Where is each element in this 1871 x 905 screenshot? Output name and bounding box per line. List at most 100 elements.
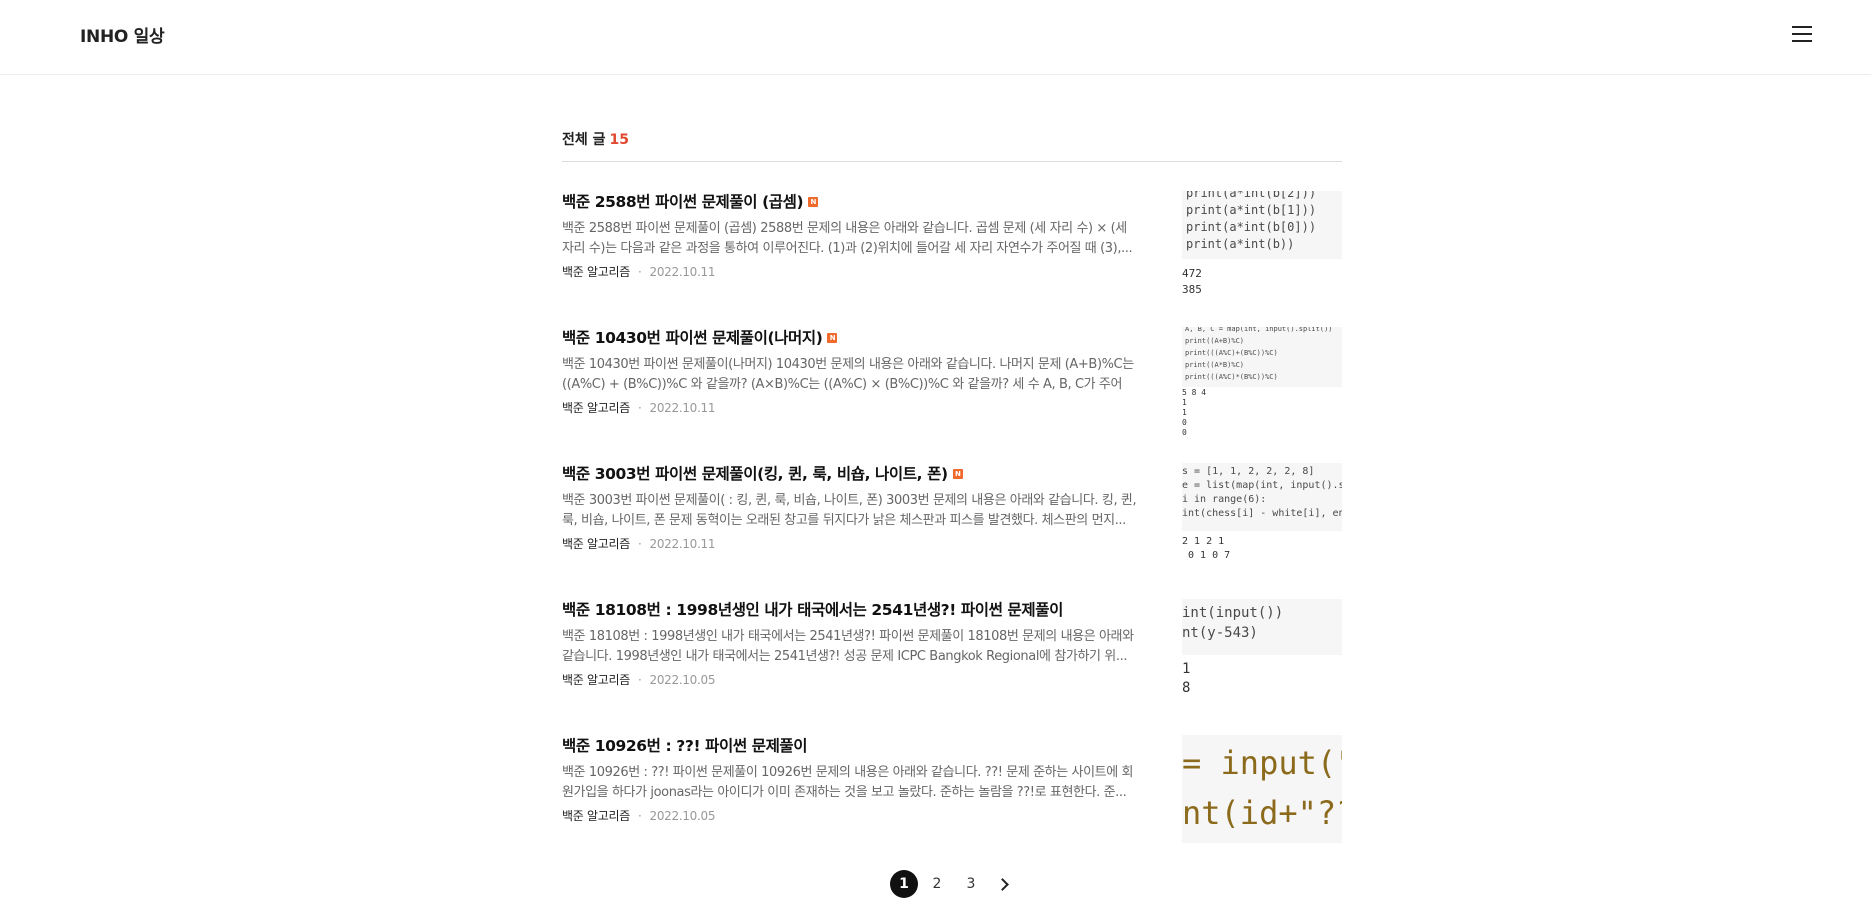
new-badge-icon: N [827, 333, 838, 343]
post-thumbnail[interactable]: s = [1, 1, 2, 2, 2, 8] e = list(map(int,… [1182, 463, 1342, 571]
post-excerpt[interactable]: 백준 3003번 파이썬 문제풀이( : 킹, 퀸, 룩, 비숍, 나이트, 폰… [562, 491, 1142, 531]
output-line: 1 [1182, 408, 1187, 417]
post-meta: 백준 알고리즘 · 2022.10.11 [562, 264, 1142, 280]
code-line: nt(y-543) [1182, 625, 1258, 641]
post-title-text[interactable]: 백준 3003번 파이썬 문제풀이(킹, 퀸, 룩, 비숍, 나이트, 폰) [562, 463, 948, 485]
post-item[interactable]: 백준 10430번 파이썬 문제풀이(나머지) N 백준 10430번 파이썬 … [562, 327, 1342, 437]
pagination: 1 2 3 [0, 870, 1871, 898]
menu-line [1792, 26, 1812, 28]
menu-line [1792, 33, 1812, 35]
code-line: i in range(6): [1182, 494, 1267, 505]
post-category[interactable]: 백준 알고리즘 [562, 673, 630, 687]
post-title[interactable]: 백준 3003번 파이썬 문제풀이(킹, 퀸, 룩, 비숍, 나이트, 폰) N [562, 463, 1142, 485]
output-line: 2 1 2 1 [1182, 536, 1225, 547]
menu-line [1792, 40, 1812, 42]
code-output: 472 385 [1182, 266, 1202, 298]
code-snippet: A, B, C = map(int, input().split()) prin… [1182, 327, 1342, 387]
post-date: 2022.10.05 [649, 673, 716, 687]
new-badge-icon: N [952, 469, 963, 479]
post-item[interactable]: 백준 3003번 파이썬 문제풀이(킹, 퀸, 룩, 비숍, 나이트, 폰) N… [562, 463, 1342, 573]
output-line: 0 [1182, 418, 1187, 427]
code-snippet: = input(" nt(id+"?? [1182, 735, 1342, 843]
output-line: 472 [1182, 267, 1202, 280]
code-output: 1 8 [1182, 660, 1190, 698]
meta-separator: · [637, 673, 642, 687]
code-line: A, B, C = map(int, input().split()) [1185, 327, 1333, 333]
post-category[interactable]: 백준 알고리즘 [562, 537, 630, 551]
post-text: 백준 3003번 파이썬 문제풀이(킹, 퀸, 룩, 비숍, 나이트, 폰) N… [562, 463, 1142, 552]
post-date: 2022.10.05 [649, 809, 716, 823]
code-line: print((A*B)%C) [1185, 361, 1245, 369]
page-2-button[interactable]: 2 [923, 870, 951, 898]
list-heading-label: 전체 글 [562, 132, 606, 148]
post-excerpt[interactable]: 백준 10430번 파이썬 문제풀이(나머지) 10430번 문제의 내용은 아… [562, 355, 1142, 395]
blog-header: INHO 일상 [0, 0, 1871, 75]
post-meta: 백준 알고리즘 · 2022.10.05 [562, 808, 1142, 824]
output-line: 0 1 0 7 [1182, 550, 1231, 561]
page-3-button[interactable]: 3 [957, 870, 985, 898]
post-list-section: 전체 글 15 백준 2588번 파이썬 문제풀이 (곱셈) N 백준 2588번… [562, 129, 1342, 843]
post-date: 2022.10.11 [649, 265, 716, 279]
post-meta: 백준 알고리즘 · 2022.10.11 [562, 400, 1142, 416]
post-meta: 백준 알고리즘 · 2022.10.11 [562, 536, 1142, 552]
code-line: = input(" [1182, 744, 1342, 782]
post-excerpt[interactable]: 백준 10926번 : ??! 파이썬 문제풀이 10926번 문제의 내용은 … [562, 763, 1142, 803]
post-title-text[interactable]: 백준 2588번 파이썬 문제풀이 (곱셈) [562, 191, 804, 213]
code-line: int(chess[i] - white[i], end=" [1182, 508, 1342, 519]
page-1-button[interactable]: 1 [890, 870, 918, 898]
post-category[interactable]: 백준 알고리즘 [562, 809, 630, 823]
code-line: print(a*int(b[0])) [1186, 220, 1317, 234]
post-title-text[interactable]: 백준 18108번 : 1998년생인 내가 태국에서는 2541년생?! 파이… [562, 599, 1063, 621]
code-snippet: print(a*int(b[2])) print(a*int(b[1])) pr… [1182, 191, 1342, 259]
output-line: 1 [1182, 398, 1187, 407]
post-item[interactable]: 백준 18108번 : 1998년생인 내가 태국에서는 2541년생?! 파이… [562, 599, 1342, 709]
code-line: nt(id+"?? [1182, 794, 1342, 832]
output-line: 385 [1182, 283, 1202, 296]
code-line: print((A+B)%C) [1185, 337, 1245, 345]
post-thumbnail[interactable]: = input(" nt(id+"?? [1182, 735, 1342, 843]
chevron-right-icon[interactable] [996, 877, 1010, 891]
post-text: 백준 2588번 파이썬 문제풀이 (곱셈) N 백준 2588번 파이썬 문제… [562, 191, 1142, 280]
post-title[interactable]: 백준 10430번 파이썬 문제풀이(나머지) N [562, 327, 1142, 349]
meta-separator: · [637, 265, 642, 279]
post-excerpt[interactable]: 백준 18108번 : 1998년생인 내가 태국에서는 2541년생?! 파이… [562, 627, 1142, 667]
hamburger-menu-icon[interactable] [1792, 26, 1812, 42]
post-title-text[interactable]: 백준 10926번 : ??! 파이썬 문제풀이 [562, 735, 808, 757]
meta-separator: · [637, 537, 642, 551]
meta-separator: · [637, 809, 642, 823]
code-snippet: s = [1, 1, 2, 2, 2, 8] e = list(map(int,… [1182, 463, 1342, 531]
code-line: print(a*int(b)) [1186, 237, 1295, 251]
post-thumbnail[interactable]: A, B, C = map(int, input().split()) prin… [1182, 327, 1342, 435]
post-meta: 백준 알고리즘 · 2022.10.05 [562, 672, 1142, 688]
post-date: 2022.10.11 [649, 401, 716, 415]
output-line: 8 [1182, 680, 1191, 696]
post-title-text[interactable]: 백준 10430번 파이썬 문제풀이(나머지) [562, 327, 823, 349]
output-line: 5 8 4 [1182, 388, 1207, 397]
code-line: print(((A%C)+(B%C))%C) [1185, 349, 1278, 357]
code-output: 5 8 4 1 1 0 0 [1182, 388, 1206, 435]
code-line: e = list(map(int, input().split [1182, 480, 1342, 491]
code-line: print(a*int(b[1])) [1186, 203, 1317, 217]
post-count: 15 [609, 132, 629, 148]
code-line: print(((A%C)*(B%C))%C) [1185, 373, 1278, 381]
post-excerpt[interactable]: 백준 2588번 파이썬 문제풀이 (곱셈) 2588번 문제의 내용은 아래와… [562, 219, 1142, 259]
blog-title[interactable]: INHO 일상 [80, 22, 165, 47]
list-heading: 전체 글 15 [562, 129, 1342, 162]
post-text: 백준 10430번 파이썬 문제풀이(나머지) N 백준 10430번 파이썬 … [562, 327, 1142, 416]
post-title[interactable]: 백준 2588번 파이썬 문제풀이 (곱셈) N [562, 191, 1142, 213]
code-output: 2 1 2 1 0 1 0 7 [1182, 535, 1230, 563]
post-category[interactable]: 백준 알고리즘 [562, 265, 630, 279]
post-title[interactable]: 백준 10926번 : ??! 파이썬 문제풀이 [562, 735, 1142, 757]
post-title[interactable]: 백준 18108번 : 1998년생인 내가 태국에서는 2541년생?! 파이… [562, 599, 1142, 621]
meta-separator: · [637, 401, 642, 415]
post-item[interactable]: 백준 2588번 파이썬 문제풀이 (곱셈) N 백준 2588번 파이썬 문제… [562, 191, 1342, 301]
post-thumbnail[interactable]: int(input()) nt(y-543) 1 8 [1182, 599, 1342, 707]
new-badge-icon: N [808, 197, 819, 207]
post-thumbnail[interactable]: print(a*int(b[2])) print(a*int(b[1])) pr… [1182, 191, 1342, 299]
post-category[interactable]: 백준 알고리즘 [562, 401, 630, 415]
post-date: 2022.10.11 [649, 537, 716, 551]
code-line: int(input()) [1182, 605, 1284, 621]
post-item[interactable]: 백준 10926번 : ??! 파이썬 문제풀이 백준 10926번 : ??!… [562, 735, 1342, 845]
post-text: 백준 18108번 : 1998년생인 내가 태국에서는 2541년생?! 파이… [562, 599, 1142, 688]
output-line: 0 [1182, 428, 1187, 435]
